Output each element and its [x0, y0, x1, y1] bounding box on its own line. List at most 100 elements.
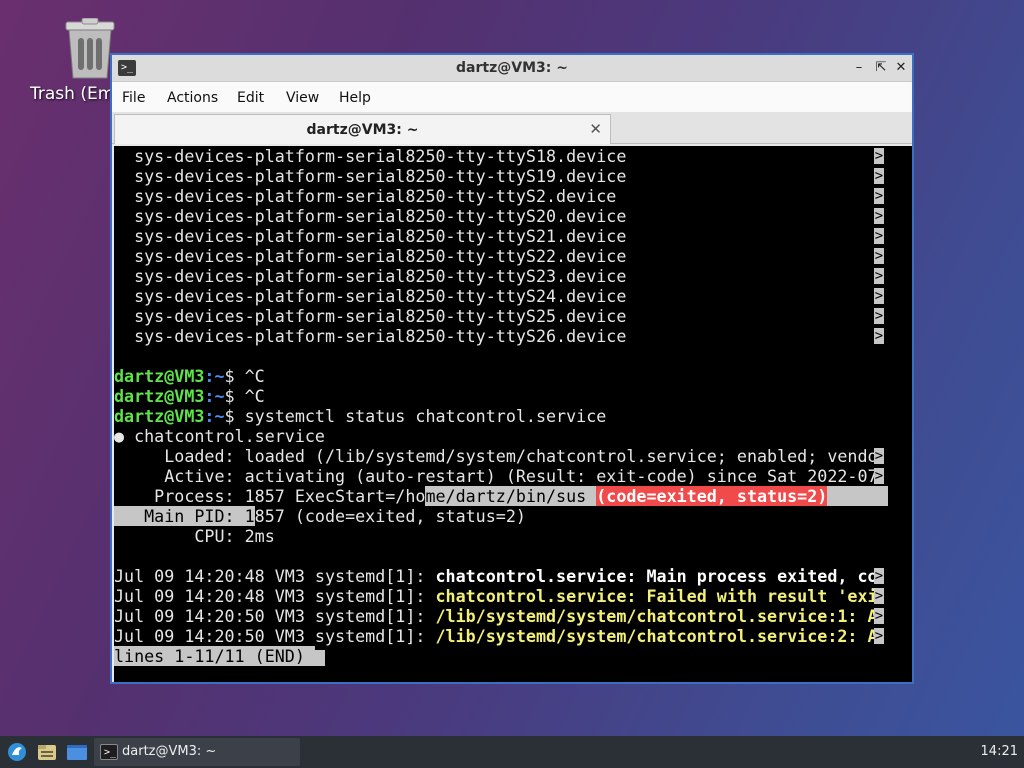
truncation-marker: >	[874, 288, 884, 304]
truncation-marker: >	[874, 148, 884, 164]
taskbar-task-label: dartz@VM3: ~	[122, 744, 217, 759]
prompt-path: :~	[204, 386, 225, 406]
prompt-sign: $	[224, 366, 245, 386]
window-title: dartz@VM3: ~	[456, 60, 568, 76]
terminal-tab[interactable]: dartz@VM3: ~ ✕	[114, 114, 611, 144]
tab-close-icon[interactable]: ✕	[589, 120, 602, 138]
log-line: Jul 09 14:20:50 VM3 systemd[1]: /lib/sys…	[114, 606, 912, 626]
device-line: sys-devices-platform-serial8250-tty-ttyS…	[114, 206, 627, 226]
taskbar-terminal-button[interactable]: >_ dartz@VM3: ~	[94, 738, 300, 766]
prompt-user: dartz@VM3	[114, 406, 205, 426]
pager-status-line: lines 1-11/11 (END)	[114, 646, 912, 666]
active-text: Active: activating (auto-restart) (Resul…	[114, 466, 878, 486]
device-line: sys-devices-platform-serial8250-tty-ttyS…	[114, 266, 627, 286]
device-line: sys-devices-platform-serial8250-tty-ttyS…	[114, 226, 627, 246]
terminal-line: sys-devices-platform-serial8250-tty-ttyS…	[114, 166, 912, 186]
restore-button[interactable]: ⇱	[872, 59, 890, 77]
exit-status-badge: (code=exited, status=2)	[596, 486, 828, 506]
terminal-line: sys-devices-platform-serial8250-tty-ttyS…	[114, 146, 912, 166]
menu-view[interactable]: View	[286, 90, 319, 106]
pager-status: lines 1-11/11 (END)	[114, 646, 305, 666]
trash-label: Trash (Em	[30, 84, 115, 104]
truncation-marker: >	[874, 308, 884, 324]
loaded-line: Loaded: loaded (/lib/systemd/system/chat…	[114, 446, 912, 466]
prompt-path: :~	[204, 406, 225, 426]
device-line: sys-devices-platform-serial8250-tty-ttyS…	[114, 166, 627, 186]
main-pid-line: Main PID: 1857 (code=exited, status=2)	[114, 506, 912, 526]
command-text: ^C	[244, 386, 265, 406]
log-line: Jul 09 14:20:48 VM3 systemd[1]: chatcont…	[114, 566, 912, 586]
prompt-line: dartz@VM3:~$ ^C	[114, 386, 912, 406]
service-name-line: ● chatcontrol.service	[114, 426, 325, 446]
main-pid-text: 857 (code=exited, status=2)	[254, 506, 526, 526]
clock[interactable]: 14:21	[981, 744, 1018, 759]
prompt-user: dartz@VM3	[114, 366, 205, 386]
menu-help[interactable]: Help	[339, 90, 371, 106]
truncation-marker: >	[874, 628, 884, 644]
prompt-path: :~	[204, 366, 225, 386]
show-desktop-icon[interactable]	[66, 742, 88, 762]
process-line: Process: 1857 ExecStart=/home/dartz/bin/…	[114, 486, 912, 506]
device-line: sys-devices-platform-serial8250-tty-ttyS…	[114, 246, 627, 266]
log-message: /lib/systemd/system/chatcontrol.service:…	[435, 606, 878, 626]
active-line: Active: activating (auto-restart) (Resul…	[114, 466, 912, 486]
menu-bar: File Actions Edit View Help	[112, 82, 912, 112]
menu-actions[interactable]: Actions	[167, 90, 218, 106]
taskbar: >_ dartz@VM3: ~ 14:21	[0, 736, 1024, 768]
cpu-line: CPU: 2ms	[114, 526, 275, 546]
close-button[interactable]: ✕	[892, 59, 910, 77]
truncation-marker: >	[874, 608, 884, 624]
pager-status-pad	[304, 646, 315, 666]
device-line: sys-devices-platform-serial8250-tty-ttyS…	[114, 146, 627, 166]
terminal-line: sys-devices-platform-serial8250-tty-ttyS…	[114, 226, 912, 246]
terminal-output[interactable]: sys-devices-platform-serial8250-tty-ttyS…	[114, 146, 912, 682]
truncation-marker: >	[874, 568, 884, 584]
truncation-marker: >	[874, 208, 884, 224]
log-message: chatcontrol.service: Main process exited…	[435, 566, 878, 586]
file-manager-icon[interactable]	[36, 742, 58, 762]
truncation-marker: >	[874, 588, 884, 604]
device-line: sys-devices-platform-serial8250-tty-ttyS…	[114, 306, 627, 326]
prompt-sign: $	[224, 386, 245, 406]
device-line: sys-devices-platform-serial8250-tty-ttyS…	[114, 326, 627, 346]
tab-label: dartz@VM3: ~	[306, 122, 419, 138]
terminal-line: sys-devices-platform-serial8250-tty-ttyS…	[114, 266, 912, 286]
process-text: Process: 1857 ExecStart=/ho	[114, 486, 426, 506]
terminal-line: sys-devices-platform-serial8250-tty-ttyS…	[114, 286, 912, 306]
selected-text: Main PID: 1	[114, 506, 255, 526]
truncation-marker: >	[874, 168, 884, 184]
truncation-marker: >	[874, 448, 884, 464]
device-line: sys-devices-platform-serial8250-tty-ttyS…	[114, 286, 627, 306]
menu-file[interactable]: File	[122, 90, 145, 106]
truncation-marker: >	[874, 188, 884, 204]
truncation-marker: >	[874, 248, 884, 264]
truncation-marker: >	[874, 268, 884, 284]
terminal-window: >_ dartz@VM3: ~ – ⇱ ✕ File Actions Edit …	[110, 53, 914, 684]
app-menu-icon[interactable]	[6, 742, 28, 762]
truncation-marker: >	[874, 328, 884, 344]
device-line: sys-devices-platform-serial8250-tty-ttyS…	[114, 186, 617, 206]
selected-padding	[827, 486, 888, 506]
prompt-line: dartz@VM3:~$ systemctl status chatcontro…	[114, 406, 912, 426]
log-line: Jul 09 14:20:50 VM3 systemd[1]: /lib/sys…	[114, 626, 912, 646]
command-text: systemctl status chatcontrol.service	[244, 406, 607, 426]
prompt-line: dartz@VM3:~$ ^C	[114, 366, 912, 386]
log-prefix: Jul 09 14:20:48 VM3 systemd[1]:	[114, 566, 436, 586]
terminal-line: sys-devices-platform-serial8250-tty-ttyS…	[114, 206, 912, 226]
terminal-cursor	[314, 649, 325, 666]
log-prefix: Jul 09 14:20:48 VM3 systemd[1]:	[114, 586, 436, 606]
log-line: Jul 09 14:20:48 VM3 systemd[1]: chatcont…	[114, 586, 912, 606]
truncation-marker: >	[874, 468, 884, 484]
terminal-line: sys-devices-platform-serial8250-tty-ttyS…	[114, 246, 912, 266]
prompt-user: dartz@VM3	[114, 386, 205, 406]
log-prefix: Jul 09 14:20:50 VM3 systemd[1]:	[114, 626, 436, 646]
minimize-button[interactable]: –	[850, 59, 868, 77]
menu-edit[interactable]: Edit	[237, 90, 264, 106]
terminal-line: sys-devices-platform-serial8250-tty-ttyS…	[114, 186, 912, 206]
terminal-line: sys-devices-platform-serial8250-tty-ttyS…	[114, 306, 912, 326]
terminal-line: sys-devices-platform-serial8250-tty-ttyS…	[114, 326, 912, 346]
command-text: ^C	[244, 366, 265, 386]
window-titlebar[interactable]: >_ dartz@VM3: ~ – ⇱ ✕	[112, 55, 912, 82]
